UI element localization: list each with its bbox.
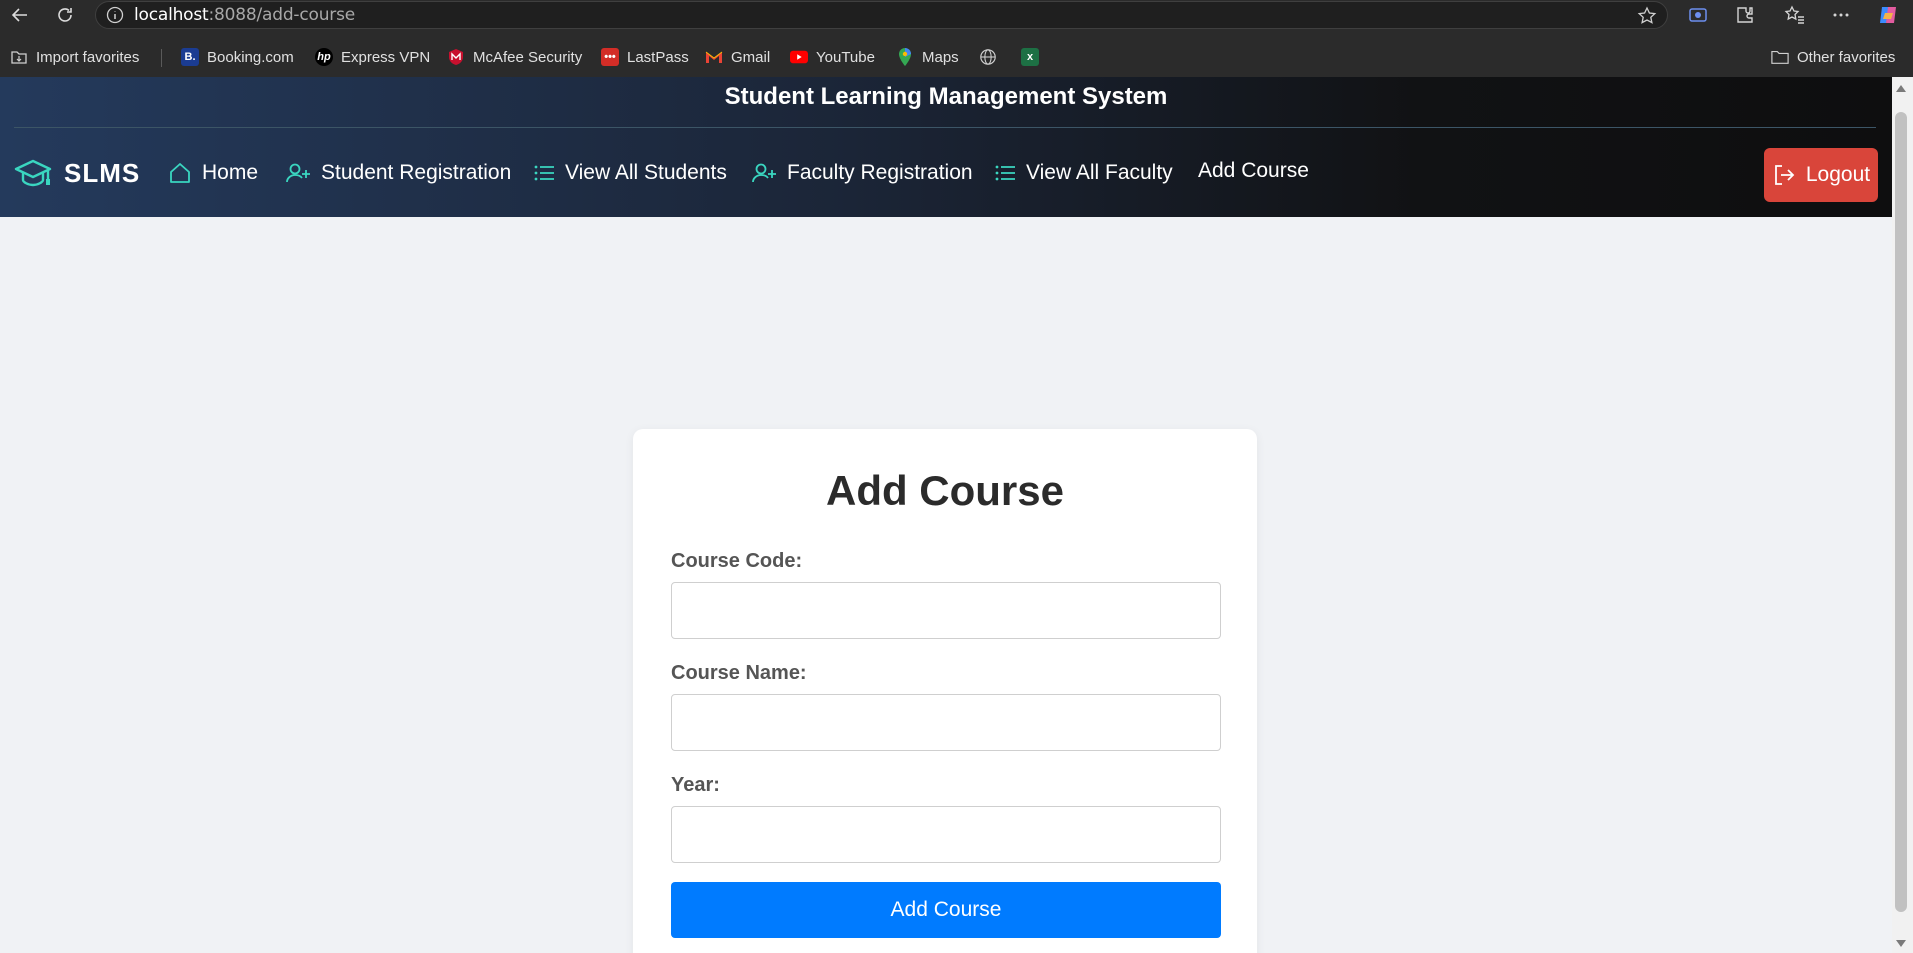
other-favorites[interactable]: Other favorites <box>1771 44 1895 70</box>
favorites-bar: Import favorites B. Booking.com hp Expre… <box>0 44 1913 70</box>
favorite-booking[interactable]: B. Booking.com <box>181 44 294 70</box>
course-code-label: Course Code: <box>671 550 803 572</box>
nav-faculty-registration[interactable]: Faculty Registration <box>751 161 973 185</box>
nav-student-registration-label: Student Registration <box>321 161 512 184</box>
favorite-label: Maps <box>922 48 959 66</box>
booking-icon: B. <box>181 48 199 66</box>
add-user-icon <box>752 163 776 183</box>
back-icon[interactable] <box>7 2 33 28</box>
nav-add-course[interactable]: Add Course <box>1198 159 1309 183</box>
favorite-lastpass[interactable]: ••• LastPass <box>601 44 689 70</box>
course-name-input[interactable] <box>671 694 1221 751</box>
favorite-gmail[interactable]: Gmail <box>705 44 770 70</box>
favorite-label: McAfee Security <box>473 48 583 66</box>
url-text[interactable]: localhost:8088/add-course <box>134 5 355 25</box>
import-icon <box>10 48 28 66</box>
favorite-label: LastPass <box>627 48 689 66</box>
favorite-label: Express VPN <box>341 48 431 66</box>
nav-view-all-faculty[interactable]: View All Faculty <box>994 161 1173 185</box>
favorite-label: Import favorites <box>36 48 140 66</box>
nav-student-registration[interactable]: Student Registration <box>285 161 511 185</box>
favorite-star-icon[interactable] <box>1637 6 1657 31</box>
browser-chrome: localhost:8088/add-course Import favorit… <box>0 0 1913 77</box>
scroll-down-icon[interactable] <box>1896 940 1906 947</box>
browser-toolbar: localhost:8088/add-course <box>0 0 1913 30</box>
url-host: localhost <box>134 5 209 25</box>
favorite-excel[interactable]: x <box>1021 44 1039 70</box>
more-options-icon[interactable] <box>1829 3 1853 27</box>
globe-icon <box>979 48 997 66</box>
add-user-icon <box>286 163 310 183</box>
screen-capture-icon[interactable] <box>1686 3 1710 27</box>
address-bar[interactable]: localhost:8088/add-course <box>95 1 1668 29</box>
favorite-label: YouTube <box>816 48 875 66</box>
copilot-icon[interactable] <box>1876 3 1900 27</box>
url-path: :8088/add-course <box>208 5 356 25</box>
list-icon <box>995 165 1015 181</box>
favorite-mcafee[interactable]: McAfee Security <box>447 44 582 70</box>
year-label: Year: <box>671 774 720 796</box>
favorite-maps[interactable]: Maps <box>896 44 959 70</box>
scrollbar-thumb[interactable] <box>1895 112 1907 912</box>
brand-name: SLMS <box>64 157 141 188</box>
header-divider <box>14 127 1876 128</box>
graduation-cap-icon <box>14 159 52 187</box>
excel-icon: x <box>1021 48 1039 66</box>
favorite-globe[interactable] <box>979 44 997 70</box>
nav-view-all-faculty-label: View All Faculty <box>1026 161 1173 184</box>
gmail-icon <box>705 48 723 66</box>
logout-label: Logout <box>1805 163 1871 186</box>
favorite-label: Gmail <box>731 48 771 66</box>
favorites-list-icon[interactable] <box>1783 3 1807 27</box>
nav-add-course-label: Add Course <box>1198 159 1309 182</box>
nav-home[interactable]: Home <box>168 161 258 185</box>
favorite-label: Booking.com <box>207 48 294 66</box>
lastpass-icon: ••• <box>601 48 619 66</box>
year-input[interactable] <box>671 806 1221 863</box>
nav-view-all-students[interactable]: View All Students <box>533 161 727 185</box>
nav-home-label: Home <box>202 161 259 184</box>
main-nav: SLMS Home Student Registration View All … <box>0 147 1892 203</box>
course-name-label: Course Name: <box>671 662 807 684</box>
course-code-input[interactable] <box>671 582 1221 639</box>
other-favorites-label: Other favorites <box>1797 48 1896 66</box>
brand-logo[interactable]: SLMS <box>14 157 140 189</box>
favorite-import[interactable]: Import favorites <box>10 44 139 70</box>
logout-icon <box>1774 165 1795 185</box>
nav-view-all-students-label: View All Students <box>565 161 727 184</box>
app-header: Student Learning Management System SLMS … <box>0 77 1892 217</box>
list-icon <box>534 165 554 181</box>
add-course-button[interactable]: Add Course <box>671 882 1221 938</box>
maps-icon <box>896 48 914 66</box>
app-title: Student Learning Management System <box>724 83 1168 110</box>
add-course-card: Add Course Course Code: Course Name: Yea… <box>633 429 1257 953</box>
scroll-up-icon[interactable] <box>1896 85 1906 92</box>
home-icon <box>170 163 190 183</box>
logout-button[interactable]: Logout <box>1764 148 1878 202</box>
youtube-icon <box>790 48 808 66</box>
mcafee-icon <box>447 48 465 66</box>
nav-faculty-registration-label: Faculty Registration <box>787 161 973 184</box>
extensions-icon[interactable] <box>1733 3 1757 27</box>
folder-icon <box>1771 48 1789 66</box>
refresh-icon[interactable] <box>52 2 78 28</box>
site-info-icon[interactable] <box>106 6 124 24</box>
hp-icon: hp <box>315 48 333 66</box>
favorite-youtube[interactable]: YouTube <box>790 44 875 70</box>
form-title: Add Course <box>825 467 1064 514</box>
favorite-expressvpn[interactable]: hp Express VPN <box>315 44 430 70</box>
